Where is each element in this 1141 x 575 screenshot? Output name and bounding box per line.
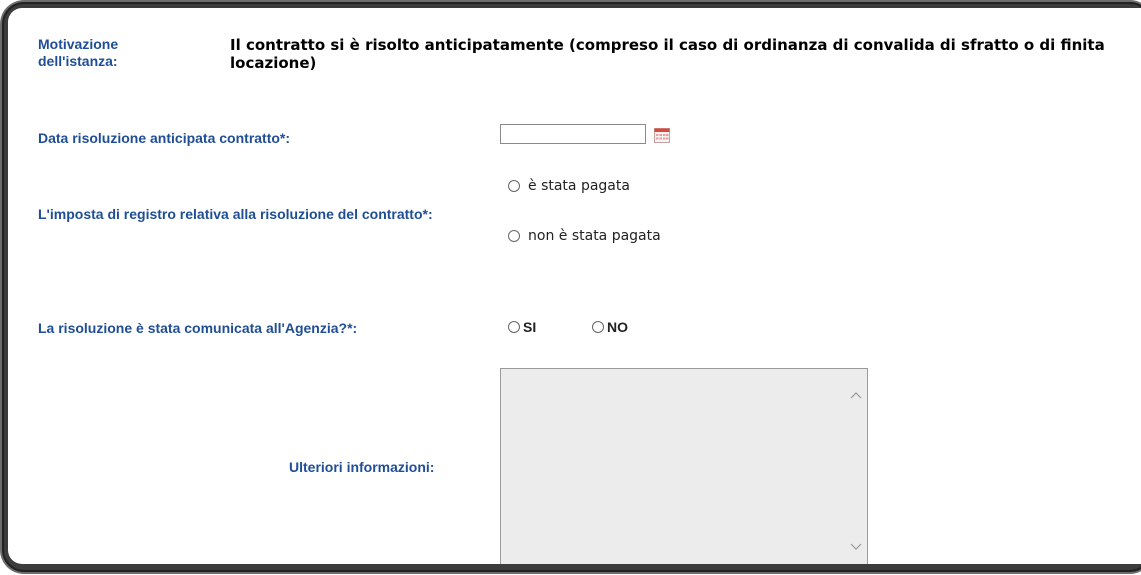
data-risoluzione-input[interactable]	[500, 124, 646, 144]
radio-label: NO	[607, 319, 628, 335]
data-risoluzione-label: Data risoluzione anticipata contratto*:	[38, 130, 291, 146]
radio-option-pagata[interactable]: è stata pagata	[508, 178, 630, 194]
comunicata-agenzia-label: La risoluzione è stata comunicata all'Ag…	[38, 320, 358, 336]
calendar-icon[interactable]	[654, 128, 670, 143]
radio-button[interactable]	[592, 321, 604, 333]
ulteriori-informazioni-label: Ulteriori informazioni:	[289, 459, 435, 475]
radio-button[interactable]	[508, 321, 520, 333]
scroll-up-icon[interactable]	[849, 389, 863, 403]
imposta-registro-label: L'imposta di registro relativa alla riso…	[38, 206, 433, 222]
motivazione-label: Motivazione dell'istanza:	[38, 36, 119, 69]
radio-label: SI	[523, 319, 537, 335]
radio-option-si[interactable]: SI	[508, 319, 536, 335]
scroll-down-icon[interactable]	[849, 539, 863, 553]
radio-label: è stata pagata	[528, 178, 630, 194]
motivazione-value: Il contratto si è risolto anticipatament…	[230, 36, 1105, 72]
form-panel: Motivazione dell'istanza: Il contratto s…	[8, 8, 1141, 564]
radio-option-no[interactable]: NO	[592, 319, 628, 335]
window-frame: Motivazione dell'istanza: Il contratto s…	[0, 0, 1141, 575]
radio-label: non è stata pagata	[528, 228, 661, 244]
radio-button[interactable]	[508, 180, 520, 192]
radio-button[interactable]	[508, 230, 520, 242]
ulteriori-informazioni-textarea[interactable]	[500, 368, 868, 564]
radio-option-non-pagata[interactable]: non è stata pagata	[508, 228, 661, 244]
